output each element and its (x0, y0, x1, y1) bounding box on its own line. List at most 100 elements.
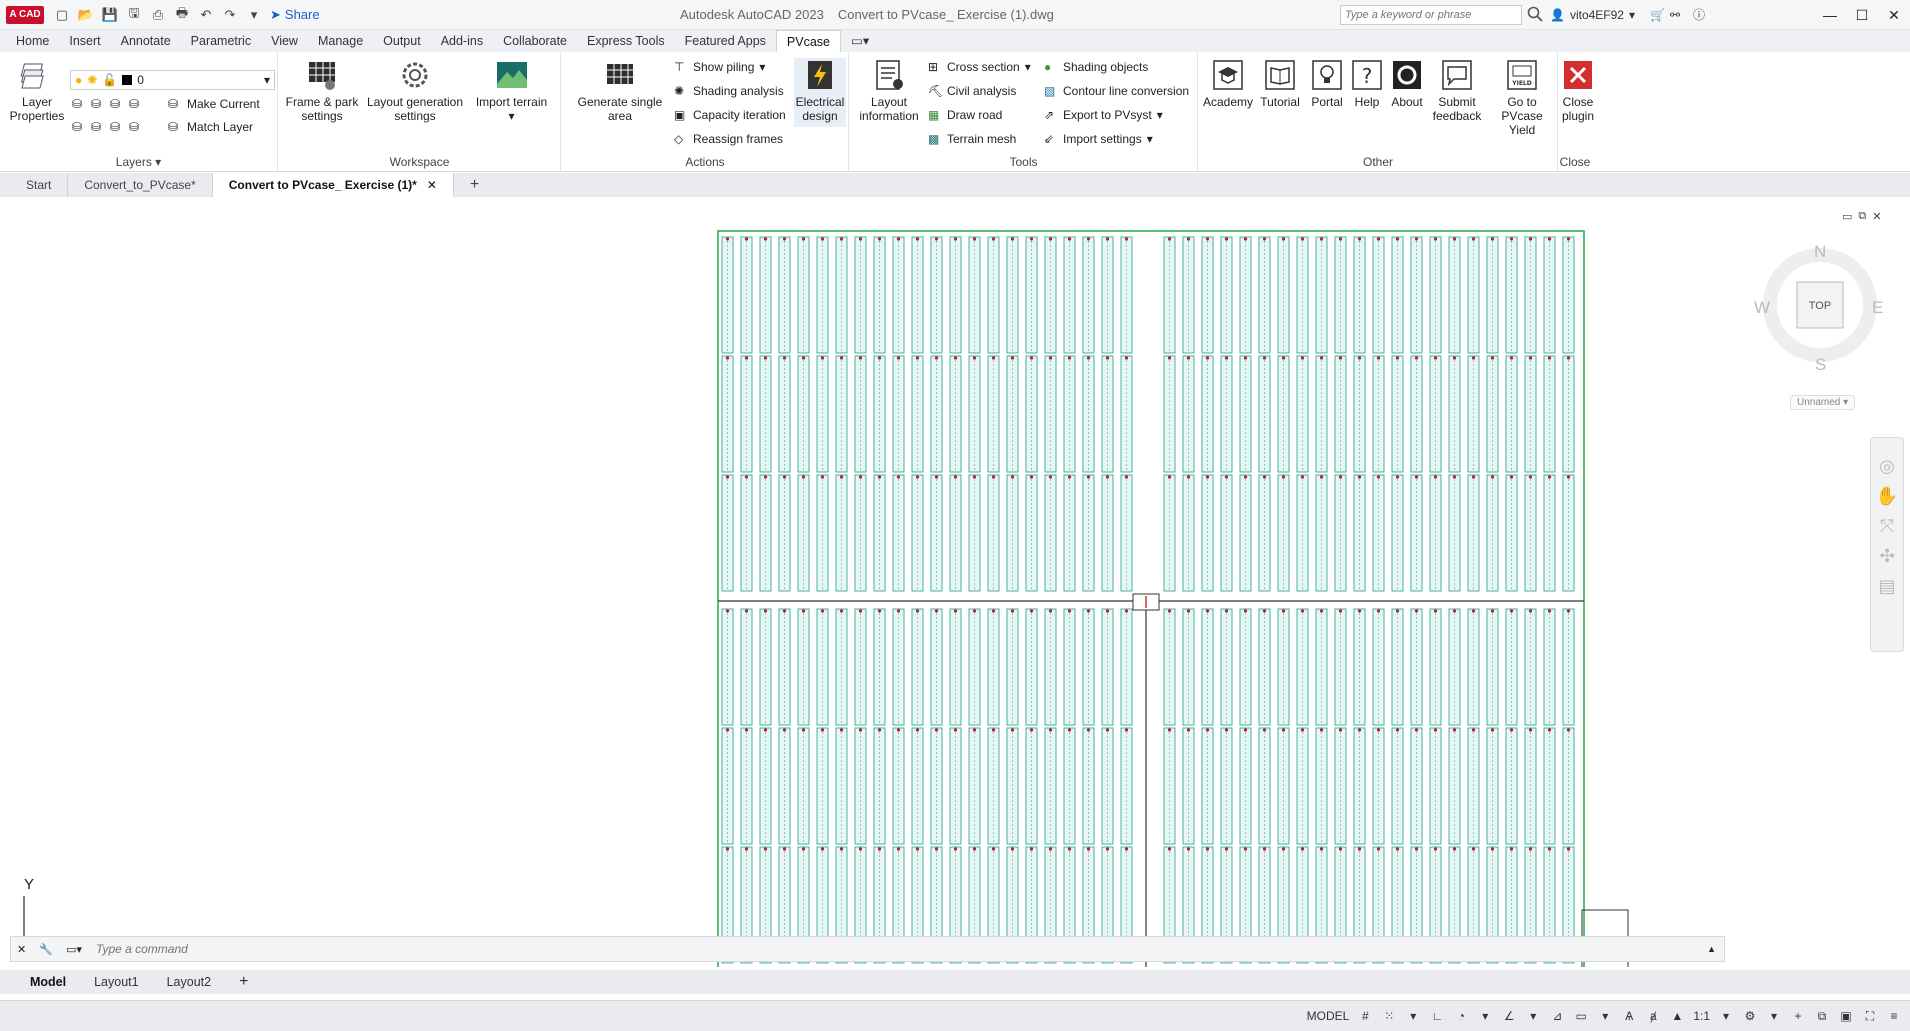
customize-icon[interactable]: ≡ (1886, 1008, 1902, 1024)
command-input[interactable] (96, 942, 1596, 956)
doc-tab-exercise[interactable]: Convert to PVcase_ Exercise (1)* ✕ (212, 173, 454, 197)
cart-icon[interactable]: 🛒 (1650, 8, 1665, 22)
layer-unisolate-icon[interactable]: ⛁ (91, 120, 105, 134)
import-settings-button[interactable]: ⇙ Import settings ▾ (1044, 130, 1153, 148)
model-space-toggle[interactable]: MODEL (1307, 1009, 1350, 1023)
chevron-down-icon[interactable]: ▾ (1405, 1008, 1421, 1024)
compass-west[interactable]: W (1754, 298, 1770, 318)
user-account[interactable]: 👤 vito4EF92 ▾ 🛒 ⚯ ⓘ (1550, 6, 1705, 23)
draw-road-button[interactable]: ▦ Draw road (928, 106, 1002, 124)
layer-dropdown[interactable]: ● ✺ 🔓 0 ▾ (70, 70, 275, 90)
layout-tab-layout2[interactable]: Layout2 (153, 975, 225, 989)
save-as-icon[interactable]: 🖫 (124, 5, 144, 25)
clean-screen-icon[interactable]: ⛶ (1862, 1008, 1878, 1024)
terrain-mesh-button[interactable]: ▩ Terrain mesh (928, 130, 1016, 148)
chevron-down-icon[interactable]: ▾ (1597, 1008, 1613, 1024)
search-input[interactable] (1340, 5, 1522, 25)
pan-icon[interactable]: ✋ (1871, 486, 1903, 516)
autoscale-icon[interactable]: ⱥ (1645, 1008, 1661, 1024)
layout-information-button[interactable]: Layout information (856, 58, 922, 123)
layer-off-icon[interactable]: ⛁ (72, 97, 86, 111)
steering-wheel-icon[interactable]: ◎ (1871, 456, 1903, 486)
minimize-icon[interactable]: — (1814, 0, 1846, 30)
match-layer-button[interactable]: ⛁ Match Layer (168, 118, 253, 136)
osnap-tracking-icon[interactable]: ∠ (1501, 1008, 1517, 1024)
capacity-iteration-button[interactable]: ▣ Capacity iteration (674, 106, 786, 124)
compass-east[interactable]: E (1872, 298, 1883, 318)
scale-value[interactable]: 1:1 (1693, 1009, 1710, 1023)
tab-annotate[interactable]: Annotate (111, 30, 181, 52)
contour-line-conversion-button[interactable]: ▧ Contour line conversion (1044, 82, 1189, 100)
annotation-visibility-icon[interactable]: Ѧ (1621, 1008, 1637, 1024)
save-icon[interactable]: 💾 (100, 5, 120, 25)
command-history-icon[interactable]: ▭▾ (66, 943, 82, 956)
pv-layout-drawing[interactable] (2, 197, 1908, 967)
grid-icon[interactable]: # (1357, 1008, 1373, 1024)
academy-button[interactable]: Academy (1203, 58, 1253, 109)
redo-icon[interactable]: ↷ (220, 5, 240, 25)
plus-icon[interactable]: + (1790, 1008, 1806, 1024)
layout-tab-model[interactable]: Model (16, 975, 80, 989)
viewport-restore-icon[interactable]: ⧉ (1858, 210, 1866, 223)
layer-thaw-icon[interactable]: ⛁ (110, 120, 124, 134)
customize-qat-icon[interactable]: ▾ (244, 5, 264, 25)
pvcase-yield-button[interactable]: YIELD Go to PVcase Yield (1487, 58, 1557, 137)
close-icon[interactable]: ✕ (427, 178, 437, 192)
tab-pvcase[interactable]: PVcase (775, 30, 842, 52)
tab-parametric[interactable]: Parametric (181, 30, 261, 52)
isolate-objects-icon[interactable]: ⧉ (1814, 1008, 1830, 1024)
viewport-close-icon[interactable]: ✕ (1872, 210, 1881, 223)
tab-insert[interactable]: Insert (59, 30, 110, 52)
tab-collaborate[interactable]: Collaborate (493, 30, 577, 52)
maximize-icon[interactable]: ☐ (1846, 0, 1878, 30)
workspace-gear-icon[interactable]: ⚙ (1742, 1008, 1758, 1024)
reassign-frames-button[interactable]: ◇ Reassign frames (674, 130, 783, 148)
zoom-extents-icon[interactable]: ⤧ (1871, 516, 1903, 546)
viewport-minimize-icon[interactable]: ▭ (1842, 210, 1852, 223)
command-expand-icon[interactable]: ▲ (1707, 944, 1716, 954)
help-icon[interactable]: ⓘ (1693, 6, 1705, 23)
layer-properties-button[interactable]: Layer Properties (8, 58, 66, 123)
open-icon[interactable]: 📂 (76, 5, 96, 25)
ucs-dropdown[interactable]: Unnamed ▾ (1790, 395, 1856, 410)
make-current-button[interactable]: ⛁ Make Current (168, 95, 260, 113)
new-tab-icon[interactable]: + (454, 173, 495, 197)
panel-title-layers[interactable]: Layers ▾ (0, 155, 277, 169)
connect-icon[interactable]: ⚯ (1670, 8, 1680, 22)
portal-button[interactable]: Portal (1307, 58, 1347, 109)
chevron-down-icon[interactable]: ▾ (1477, 1008, 1493, 1024)
tutorial-button[interactable]: Tutorial (1257, 58, 1303, 109)
compass-north[interactable]: N (1814, 242, 1826, 262)
help-button[interactable]: ? Help (1349, 58, 1385, 109)
submit-feedback-button[interactable]: Submit feedback (1429, 58, 1485, 123)
layout-generation-settings-button[interactable]: Layout generation settings (365, 58, 465, 123)
close-icon[interactable]: ✕ (1878, 0, 1910, 30)
chevron-down-icon[interactable]: ▾ (1766, 1008, 1782, 1024)
layer-on-icon[interactable]: ⛁ (72, 120, 86, 134)
generate-single-area-button[interactable]: Generate single area (574, 58, 666, 123)
tab-view[interactable]: View (261, 30, 308, 52)
showmotion-icon[interactable]: ▤ (1871, 576, 1903, 606)
publish-icon[interactable]: ⎙ (148, 5, 168, 25)
frame-park-settings-button[interactable]: Frame & park settings (282, 58, 362, 123)
close-plugin-button[interactable]: Close plugin (1553, 58, 1603, 123)
annotation-scale-icon[interactable]: ▲ (1669, 1008, 1685, 1024)
chevron-down-icon[interactable]: ▾ (1525, 1008, 1541, 1024)
drawing-canvas[interactable]: ▭ ⧉ ✕ (2, 197, 1908, 967)
viewcube-top-face[interactable]: TOP (1797, 300, 1843, 312)
ortho-icon[interactable]: ∟ (1429, 1008, 1445, 1024)
doc-tab-convert[interactable]: Convert_to_PVcase* (68, 173, 213, 197)
layer-lock-icon[interactable]: ⛁ (129, 97, 143, 111)
ribbon-options-icon[interactable]: ▭▾ (841, 30, 879, 52)
lineweight-icon[interactable]: ⊿ (1549, 1008, 1565, 1024)
selection-cycling-icon[interactable]: ▭ (1573, 1008, 1589, 1024)
layer-unlock-icon[interactable]: ⛁ (129, 120, 143, 134)
search-icon[interactable] (1526, 5, 1544, 23)
chevron-down-icon[interactable]: ▾ (1718, 1008, 1734, 1024)
cross-section-button[interactable]: ⊞ Cross section ▾ (928, 58, 1031, 76)
app-logo[interactable]: A CAD (6, 5, 44, 24)
tab-output[interactable]: Output (373, 30, 431, 52)
electrical-design-button[interactable]: Electrical design (794, 58, 846, 127)
polar-icon[interactable]: ◔ (1453, 1008, 1469, 1024)
layer-freeze-icon[interactable]: ⛁ (110, 97, 124, 111)
